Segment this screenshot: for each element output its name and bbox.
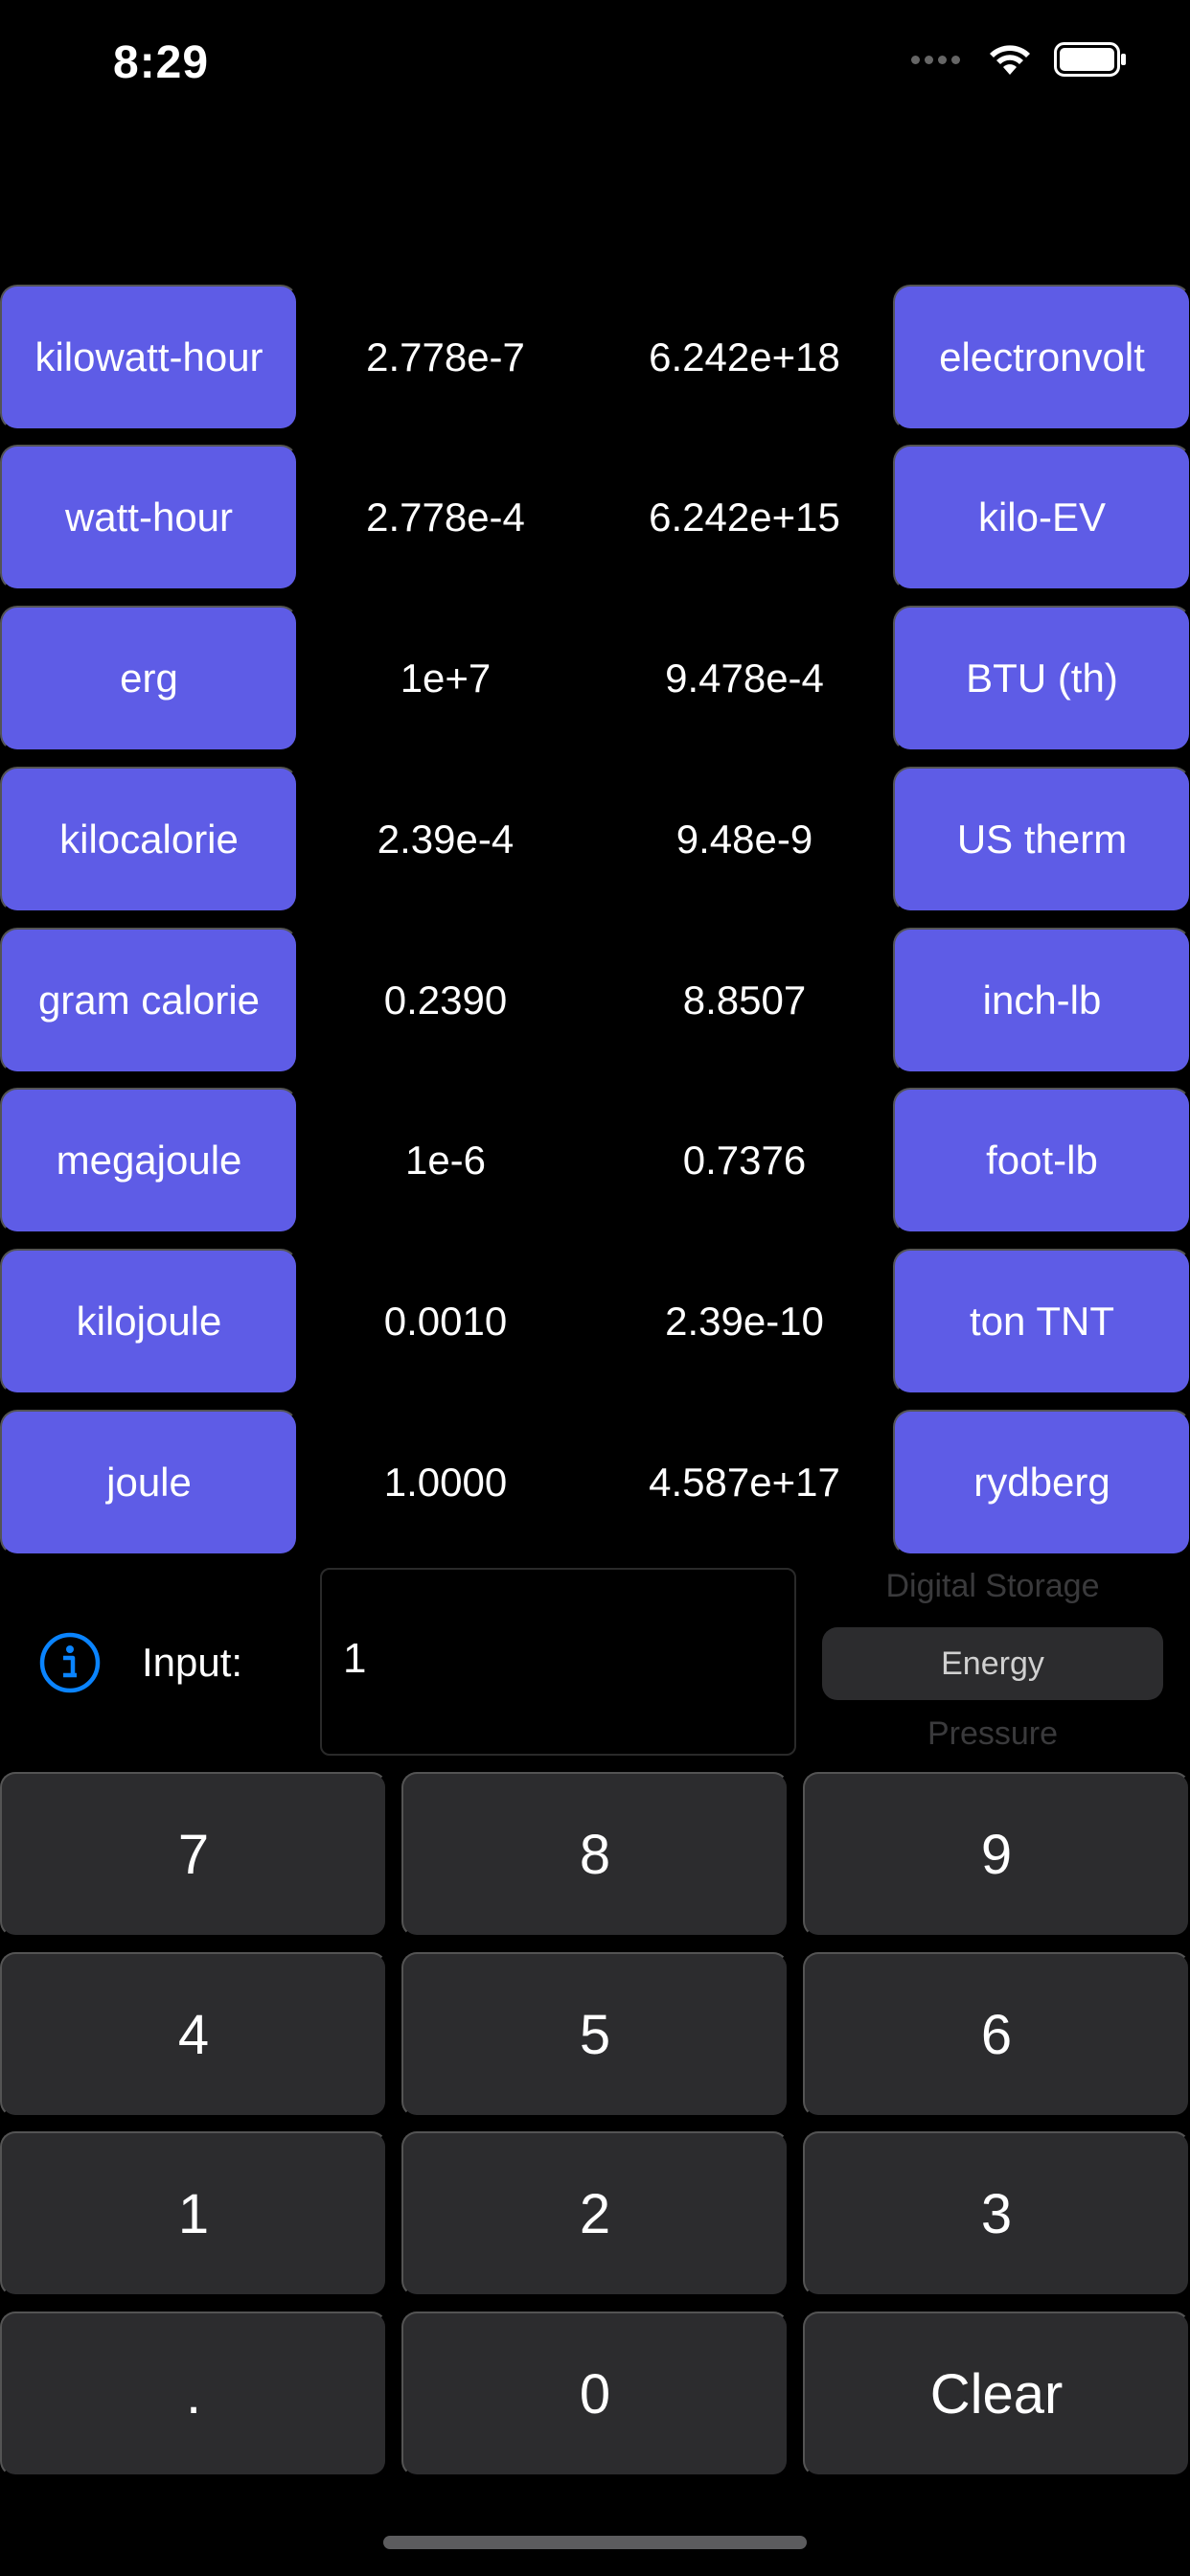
conversion-row: gram calorie 0.2390 8.8507 inch-lb xyxy=(0,928,1190,1073)
input-field[interactable]: 1 xyxy=(320,1568,796,1756)
key-8[interactable]: 8 xyxy=(401,1772,789,1937)
key-5[interactable]: 5 xyxy=(401,1952,789,2117)
left-unit-value: 2.39e-4 xyxy=(377,816,515,862)
right-unit-button[interactable]: ton TNT xyxy=(893,1249,1190,1394)
picker-option-below[interactable]: Pressure xyxy=(822,1715,1163,1753)
left-unit-button[interactable]: megajoule xyxy=(0,1088,298,1233)
key-decimal[interactable]: . xyxy=(0,2312,387,2476)
category-picker[interactable]: Digital Storage Energy Pressure xyxy=(822,1572,1163,1754)
right-unit-value: 0.7376 xyxy=(682,1138,807,1183)
conversion-row: kilocalorie 2.39e-4 9.48e-9 US therm xyxy=(0,767,1190,912)
left-unit-value: 0.0010 xyxy=(383,1299,508,1344)
left-unit-button[interactable]: watt-hour xyxy=(0,445,298,590)
key-2[interactable]: 2 xyxy=(401,2131,789,2296)
right-unit-value: 9.478e-4 xyxy=(665,656,824,701)
key-0[interactable]: 0 xyxy=(401,2312,789,2476)
left-unit-button[interactable]: erg xyxy=(0,606,298,751)
left-unit-button[interactable]: kilowatt-hour xyxy=(0,285,298,430)
input-label: Input: xyxy=(142,1640,243,1685)
right-unit-button[interactable]: BTU (th) xyxy=(893,606,1190,751)
cellular-signal-icon xyxy=(911,55,960,64)
right-unit-button[interactable]: inch-lb xyxy=(893,928,1190,1073)
key-4[interactable]: 4 xyxy=(0,1952,387,2117)
home-indicator[interactable] xyxy=(383,2536,807,2549)
left-unit-value: 1.0000 xyxy=(383,1460,508,1505)
left-unit-button[interactable]: gram calorie xyxy=(0,928,298,1073)
input-value: 1 xyxy=(343,1635,367,1682)
left-unit-value: 2.778e-7 xyxy=(366,334,525,380)
key-9[interactable]: 9 xyxy=(803,1772,1190,1937)
picker-option-above[interactable]: Digital Storage xyxy=(822,1572,1163,1605)
right-unit-button[interactable]: rydberg xyxy=(893,1410,1190,1555)
conversion-row: kilojoule 0.0010 2.39e-10 ton TNT xyxy=(0,1249,1190,1394)
conversion-row: watt-hour 2.778e-4 6.242e+15 kilo-EV xyxy=(0,445,1190,590)
conversion-row: kilowatt-hour 2.778e-7 6.242e+18 electro… xyxy=(0,285,1190,430)
key-1[interactable]: 1 xyxy=(0,2131,387,2296)
right-unit-button[interactable]: US therm xyxy=(893,767,1190,912)
left-unit-value: 0.2390 xyxy=(383,978,508,1023)
conversion-row: megajoule 1e-6 0.7376 foot-lb xyxy=(0,1088,1190,1233)
right-unit-value: 8.8507 xyxy=(682,978,807,1023)
status-bar-indicators xyxy=(911,42,1127,77)
left-unit-value: 2.778e-4 xyxy=(366,494,525,540)
right-unit-button[interactable]: electronvolt xyxy=(893,285,1190,430)
right-unit-value: 4.587e+17 xyxy=(649,1460,840,1505)
right-unit-value: 9.48e-9 xyxy=(675,816,813,862)
key-7[interactable]: 7 xyxy=(0,1772,387,1937)
left-unit-button[interactable]: joule xyxy=(0,1410,298,1555)
picker-option-selected[interactable]: Energy xyxy=(822,1627,1163,1700)
info-circle-icon[interactable] xyxy=(39,1632,101,1693)
left-unit-button[interactable]: kilocalorie xyxy=(0,767,298,912)
right-unit-value: 6.242e+15 xyxy=(649,494,840,540)
key-3[interactable]: 3 xyxy=(803,2131,1190,2296)
conversion-row: erg 1e+7 9.478e-4 BTU (th) xyxy=(0,606,1190,751)
battery-icon xyxy=(1054,42,1126,77)
left-unit-value: 1e+7 xyxy=(400,656,492,701)
right-unit-button[interactable]: kilo-EV xyxy=(893,445,1190,590)
status-bar-time: 8:29 xyxy=(113,37,210,88)
right-unit-button[interactable]: foot-lb xyxy=(893,1088,1190,1233)
conversion-row: joule 1.0000 4.587e+17 rydberg xyxy=(0,1410,1190,1555)
right-unit-value: 2.39e-10 xyxy=(665,1299,824,1344)
clear-button[interactable]: Clear xyxy=(803,2312,1190,2476)
left-unit-value: 1e-6 xyxy=(404,1138,487,1183)
right-unit-value: 6.242e+18 xyxy=(649,334,840,380)
wifi-icon xyxy=(990,45,1030,75)
left-unit-button[interactable]: kilojoule xyxy=(0,1249,298,1394)
key-6[interactable]: 6 xyxy=(803,1952,1190,2117)
